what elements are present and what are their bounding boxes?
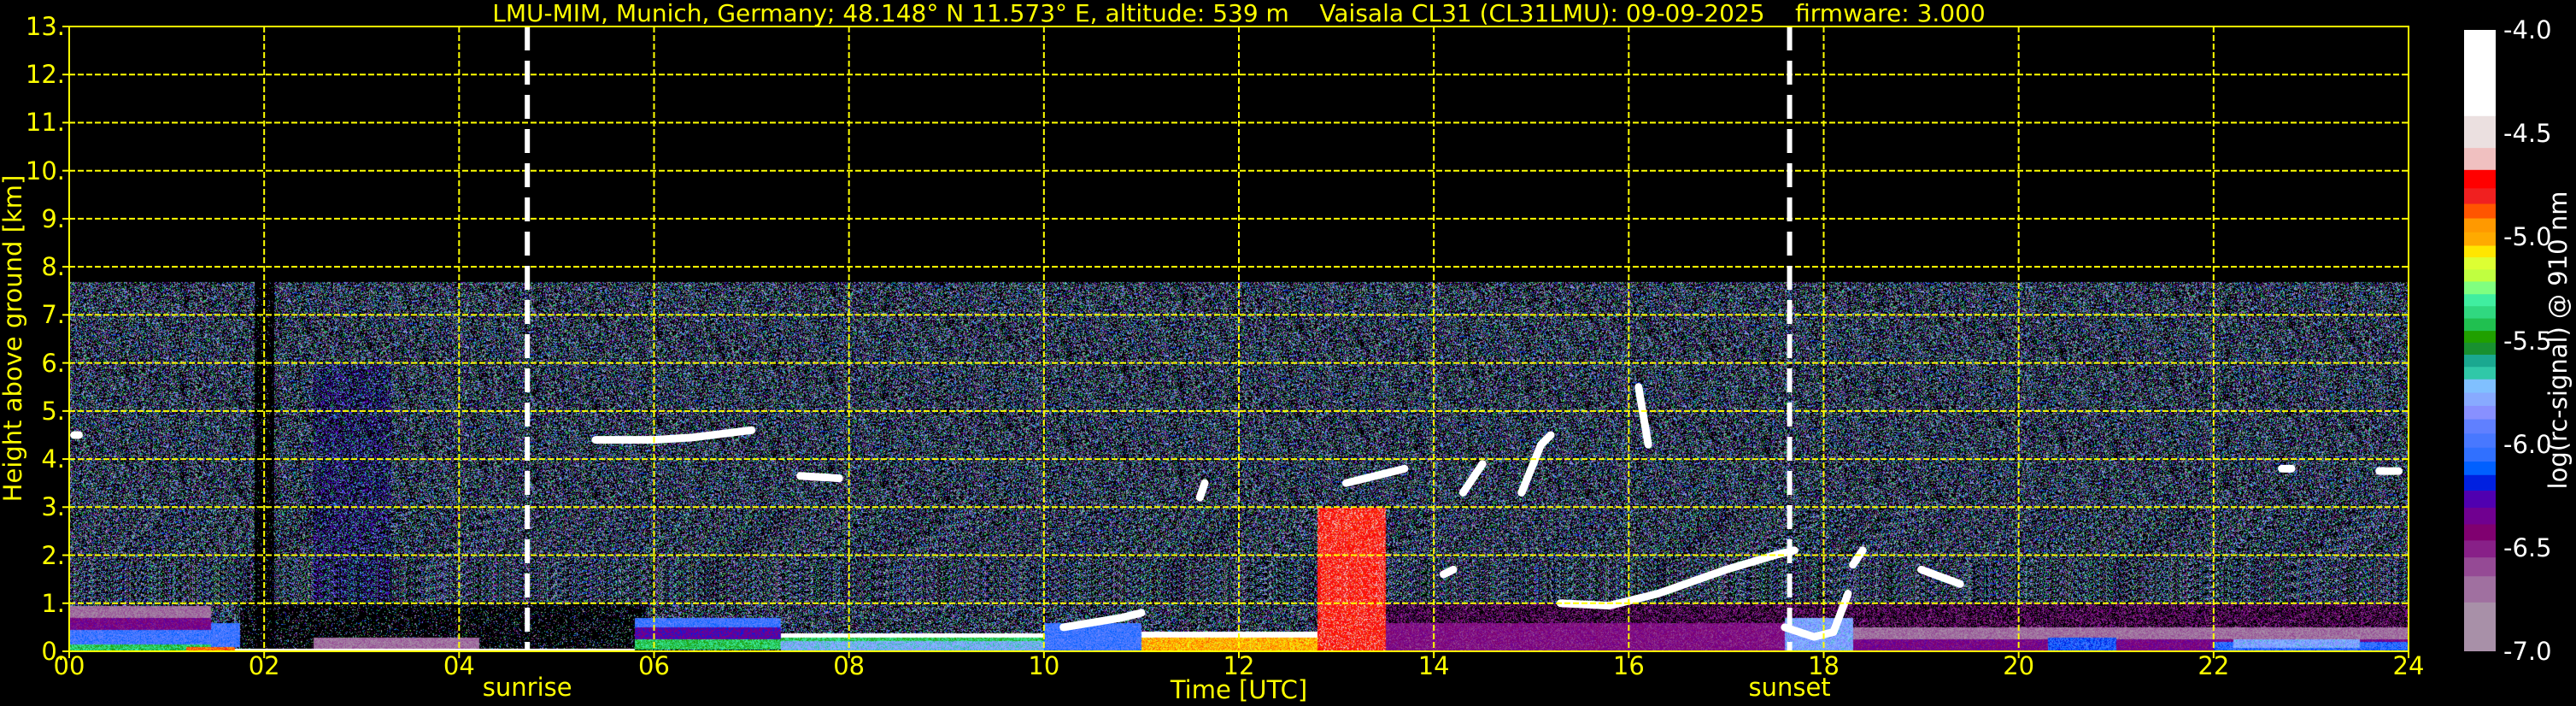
colorbar-segment xyxy=(2464,490,2496,509)
colorbar-segment xyxy=(2464,447,2496,462)
chart-title: LMU-MIM, Munich, Germany; 48.148° N 11.5… xyxy=(492,0,1986,27)
cloud-trace xyxy=(591,426,756,444)
colorbar-segment xyxy=(2464,218,2496,233)
cloud-trace xyxy=(1440,565,1458,579)
plot-area xyxy=(62,26,2409,658)
cloud-trace xyxy=(1059,609,1146,632)
cloud-trace xyxy=(1195,479,1209,502)
colorbar-segment xyxy=(2464,524,2496,541)
cloud-trace xyxy=(1517,431,1555,497)
colorbar-segment xyxy=(2464,419,2496,434)
colorbar-segment xyxy=(2464,379,2496,394)
y-axis-label: Height above ground [km] xyxy=(0,174,27,503)
colorbar-segment xyxy=(2464,331,2496,344)
colorbar-segment xyxy=(2464,576,2496,603)
colorbar-segment xyxy=(2464,306,2496,320)
colorbar-segment xyxy=(2464,462,2496,476)
colorbar-tick-label: -4.0 xyxy=(2503,15,2552,44)
colorbar-tick-label: -4.5 xyxy=(2503,119,2552,149)
colorbar-segment xyxy=(2464,257,2496,270)
cloud-trace xyxy=(1341,464,1409,487)
colorbar xyxy=(2464,30,2496,651)
colorbar-segment xyxy=(2464,540,2496,558)
cloud-trace xyxy=(1917,565,1964,588)
colorbar-tick-label: -6.5 xyxy=(2503,532,2552,562)
x-tick-label: 06 xyxy=(638,651,670,680)
x-tick-label: 14 xyxy=(1417,651,1450,680)
colorbar-segment xyxy=(2464,148,2496,171)
cloud-trace xyxy=(1781,590,1852,641)
colorbar-segment xyxy=(2464,281,2496,295)
colorbar-segment xyxy=(2464,405,2496,421)
x-tick-label: 22 xyxy=(2198,651,2230,680)
cloud-trace xyxy=(1458,460,1487,497)
plot-overlay xyxy=(62,26,2409,658)
x-tick-label: 02 xyxy=(248,651,280,680)
y-tick-label: 2. xyxy=(41,540,65,570)
colorbar-segment xyxy=(2464,433,2496,449)
cloud-trace xyxy=(1849,546,1867,569)
cloud-trace xyxy=(796,472,843,483)
colorbar-segment xyxy=(2464,342,2496,356)
sunrise-label: sunrise xyxy=(482,673,572,702)
colorbar-segment xyxy=(2464,232,2496,247)
colorbar-segment xyxy=(2464,245,2496,258)
x-tick-label: 24 xyxy=(2392,651,2425,680)
colorbar-segment xyxy=(2464,602,2496,651)
colorbar-tick-label: -7.0 xyxy=(2503,637,2552,666)
cloud-trace xyxy=(1556,546,1799,610)
colorbar-segment xyxy=(2464,169,2496,189)
colorbar-segment xyxy=(2464,474,2496,491)
colorbar-segment xyxy=(2464,354,2496,368)
y-tick-label: 1. xyxy=(41,588,65,618)
y-tick-label: 13. xyxy=(25,12,65,41)
colorbar-segment xyxy=(2464,30,2496,117)
colorbar-segment xyxy=(2464,318,2496,332)
colorbar-segment xyxy=(2464,392,2496,407)
colorbar-segment xyxy=(2464,188,2496,205)
x-tick-label: 20 xyxy=(2003,651,2035,680)
x-tick-label: 00 xyxy=(53,651,85,680)
colorbar-segment xyxy=(2464,203,2496,220)
x-tick-label: 16 xyxy=(1612,651,1645,680)
x-tick-label: 08 xyxy=(833,651,866,680)
x-axis-label: Time [UTC] xyxy=(1170,675,1308,704)
colorbar-segment xyxy=(2464,557,2496,577)
colorbar-segment xyxy=(2464,508,2496,525)
colorbar-segment xyxy=(2464,115,2496,149)
colorbar-label: log(rc-signal) @ 910 nm xyxy=(2544,191,2573,490)
colorbar-segment xyxy=(2464,269,2496,282)
y-tick-label: 12. xyxy=(25,60,65,90)
y-tick-label: 11. xyxy=(25,108,65,138)
x-tick-label: 10 xyxy=(1028,651,1060,680)
colorbar-segment xyxy=(2464,367,2496,380)
sunset-label: sunset xyxy=(1748,673,1831,702)
cloud-trace xyxy=(1634,383,1652,449)
colorbar-segment xyxy=(2464,294,2496,307)
